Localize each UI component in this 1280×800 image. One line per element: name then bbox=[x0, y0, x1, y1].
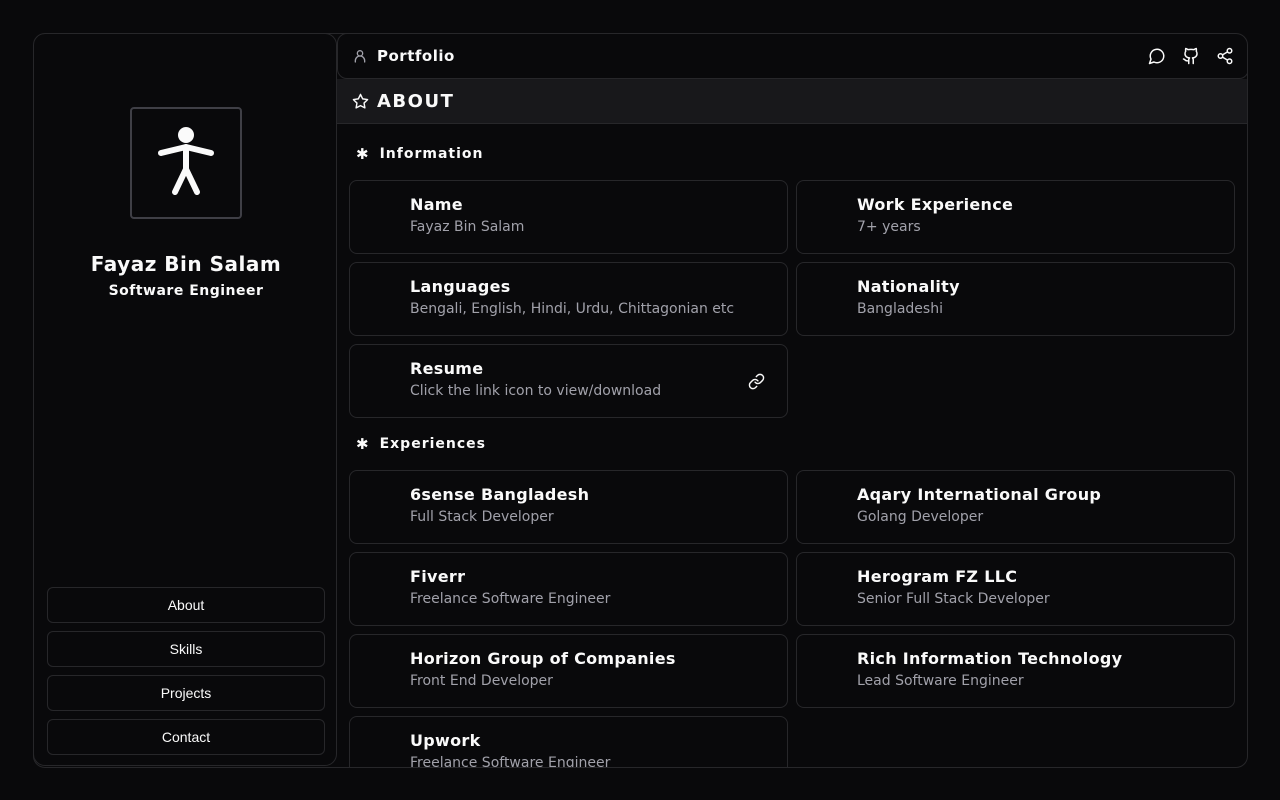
brand-title: Portfolio bbox=[377, 47, 455, 65]
experience-card: Herogram FZ LLC Senior Full Stack Develo… bbox=[796, 552, 1235, 626]
info-card-name: Name Fayaz Bin Salam bbox=[349, 180, 788, 254]
info-card-title: Languages bbox=[410, 277, 511, 296]
section-header: ABOUT bbox=[337, 79, 1247, 124]
experience-card: Horizon Group of Companies Front End Dev… bbox=[349, 634, 788, 708]
experience-card: Rich Information Technology Lead Softwar… bbox=[796, 634, 1235, 708]
experience-company: Horizon Group of Companies bbox=[410, 649, 676, 668]
nav-skills-button[interactable]: Skills bbox=[47, 631, 325, 667]
experience-company: 6sense Bangladesh bbox=[410, 485, 590, 504]
sidebar: Fayaz Bin Salam Software Engineer About … bbox=[34, 34, 337, 766]
avatar bbox=[130, 107, 242, 219]
information-heading: ✱ Information bbox=[356, 144, 483, 164]
experience-company: Rich Information Technology bbox=[857, 649, 1123, 668]
experience-card: Aqary International Group Golang Develop… bbox=[796, 470, 1235, 544]
experience-card: Upwork Freelance Software Engineer bbox=[349, 716, 788, 768]
asterisk-icon: ✱ bbox=[356, 435, 370, 453]
info-card-resume: Resume Click the link icon to view/downl… bbox=[349, 344, 788, 418]
share-icon[interactable] bbox=[1216, 47, 1234, 65]
info-card-value: Bangladeshi bbox=[857, 301, 943, 317]
accessibility-figure-icon bbox=[158, 127, 214, 195]
info-card-value: Bengali, English, Hindi, Urdu, Chittagon… bbox=[410, 301, 735, 317]
info-card-languages: Languages Bengali, English, Hindi, Urdu,… bbox=[349, 262, 788, 336]
experience-company: Upwork bbox=[410, 731, 481, 750]
experience-role: Senior Full Stack Developer bbox=[857, 591, 1050, 607]
nav-about-button[interactable]: About bbox=[47, 587, 325, 623]
info-card-work-experience: Work Experience 7+ years bbox=[796, 180, 1235, 254]
asterisk-icon: ✱ bbox=[356, 145, 370, 163]
info-card-value: Fayaz Bin Salam bbox=[410, 219, 525, 235]
experience-role: Lead Software Engineer bbox=[857, 673, 1024, 689]
profile-title: Software Engineer bbox=[108, 283, 264, 299]
nav-projects-button[interactable]: Projects bbox=[47, 675, 325, 711]
info-card-value: Click the link icon to view/download bbox=[410, 383, 662, 399]
about-content: ✱ Information Name Fayaz Bin Salam Work … bbox=[337, 124, 1247, 768]
info-card-value: 7+ years bbox=[857, 219, 921, 235]
experience-company: Fiverr bbox=[410, 567, 466, 586]
experience-company: Herogram FZ LLC bbox=[857, 567, 1018, 586]
top-bar: Portfolio bbox=[337, 34, 1247, 79]
experience-role: Full Stack Developer bbox=[410, 509, 554, 525]
experience-role: Front End Developer bbox=[410, 673, 553, 689]
experiences-heading-label: Experiences bbox=[379, 436, 486, 452]
information-heading-label: Information bbox=[379, 146, 484, 162]
profile-name: Fayaz Bin Salam bbox=[90, 252, 282, 276]
nav-contact-button[interactable]: Contact bbox=[47, 719, 325, 755]
experience-role: Golang Developer bbox=[857, 509, 984, 525]
experience-role: Freelance Software Engineer bbox=[410, 755, 611, 768]
message-icon[interactable] bbox=[1148, 47, 1166, 65]
info-card-title: Nationality bbox=[857, 277, 960, 296]
app-frame: Fayaz Bin Salam Software Engineer About … bbox=[33, 33, 1248, 768]
sidebar-nav: About Skills Projects Contact bbox=[47, 587, 325, 763]
experience-role: Freelance Software Engineer bbox=[410, 591, 611, 607]
info-card-nationality: Nationality Bangladeshi bbox=[796, 262, 1235, 336]
section-title: ABOUT bbox=[377, 90, 455, 112]
info-card-title: Resume bbox=[410, 359, 484, 378]
link-icon[interactable] bbox=[748, 373, 765, 390]
star-icon bbox=[352, 93, 369, 110]
experience-card: 6sense Bangladesh Full Stack Developer bbox=[349, 470, 788, 544]
info-card-title: Name bbox=[410, 195, 463, 214]
main-panel: Portfolio ABOUT ✱ Information Name Fayaz… bbox=[337, 34, 1247, 768]
user-icon bbox=[352, 48, 368, 64]
experience-company: Aqary International Group bbox=[857, 485, 1102, 504]
experiences-heading: ✱ Experiences bbox=[356, 434, 486, 454]
top-bar-actions bbox=[1148, 47, 1234, 65]
experience-card: Fiverr Freelance Software Engineer bbox=[349, 552, 788, 626]
info-card-title: Work Experience bbox=[857, 195, 1014, 214]
github-icon[interactable] bbox=[1182, 47, 1200, 65]
